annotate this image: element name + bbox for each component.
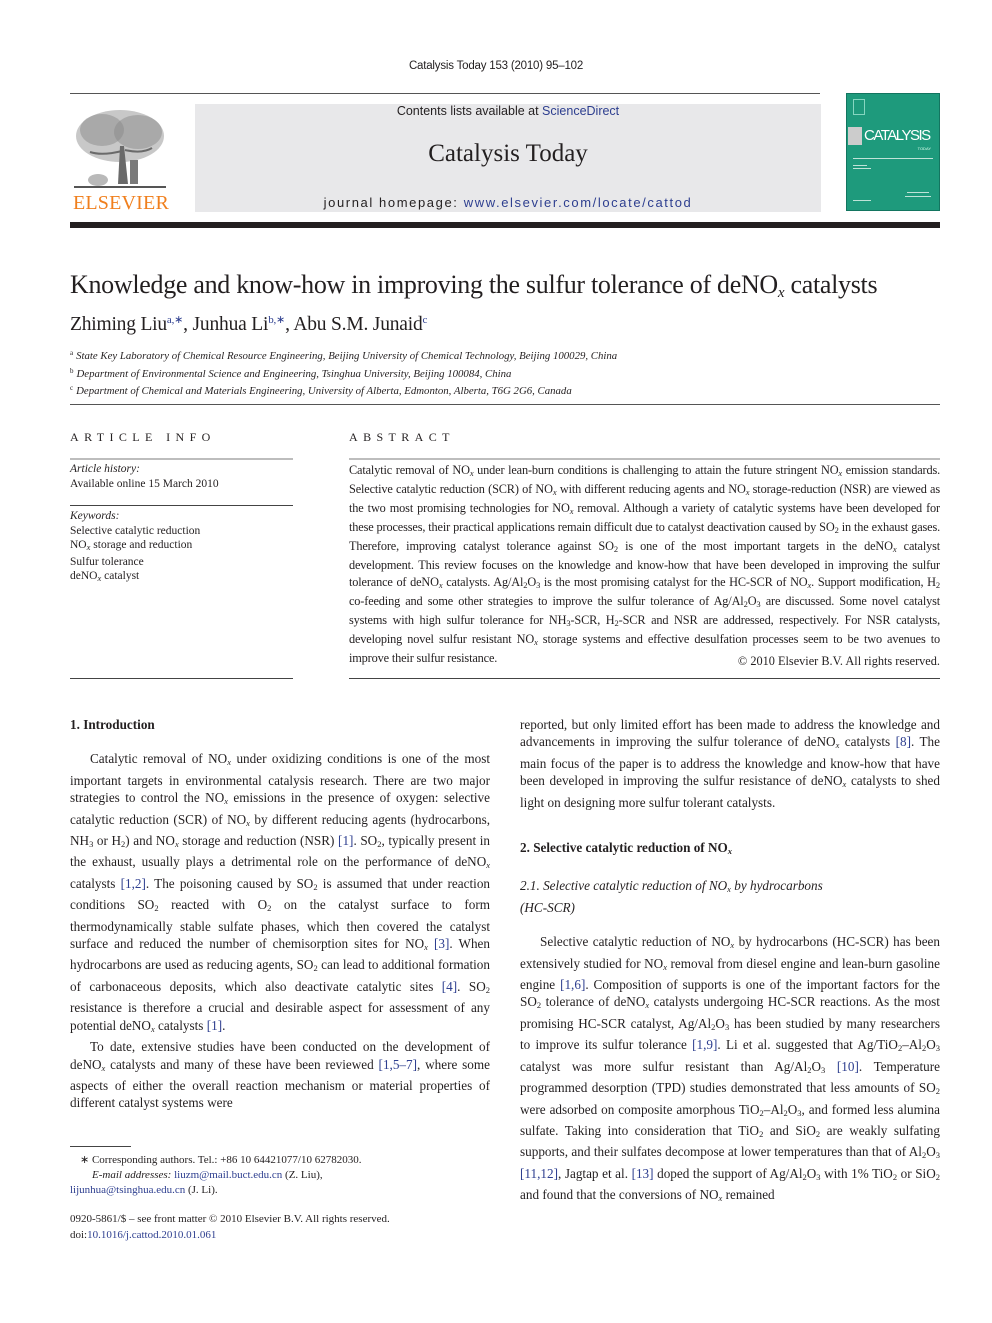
cover-text-line <box>853 168 871 169</box>
keywords: Keywords: Selective catalytic reduction … <box>70 509 200 586</box>
body-column-left: 1. Introduction Catalytic removal of NOx… <box>70 716 490 1112</box>
contents-prefix: Contents lists available at <box>396 104 543 118</box>
homepage-line: journal homepage: www.elsevier.com/locat… <box>195 195 821 210</box>
cover-text-line <box>853 165 867 166</box>
footnote-corresponding: ∗ Corresponding authors. Tel.: +86 10 64… <box>70 1153 500 1198</box>
author-name: Zhiming Liu <box>70 314 167 335</box>
doi-line: doi:10.1016/j.cattod.2010.01.061 <box>70 1229 217 1241</box>
article-info-heading: ARTICLE INFO <box>70 430 216 444</box>
citation-link[interactable]: [10] <box>837 1059 859 1074</box>
abstract-rule <box>349 458 940 460</box>
elsevier-logo[interactable]: ELSEVIER <box>70 104 172 214</box>
section-rule <box>70 404 940 405</box>
keywords-label: Keywords: <box>70 510 120 522</box>
author-name: Abu S.M. Junaid <box>293 314 423 335</box>
body-paragraph: reported, but only limited effort has be… <box>520 717 941 810</box>
section-heading-scr: 2. Selective catalytic reduction of NOx <box>520 840 733 857</box>
email-link[interactable]: liuzm@mail.buct.edu.cn <box>174 1169 282 1181</box>
cover-emblem-icon <box>853 99 865 115</box>
corresponding-authors-note: ∗ Corresponding authors. Tel.: +86 10 64… <box>80 1154 362 1166</box>
cover-subtitle: TODAY <box>917 146 931 151</box>
elsevier-wordmark: ELSEVIER <box>72 192 170 214</box>
journal-title: Catalysis Today <box>428 140 588 167</box>
running-head: Catalysis Today 153 (2010) 95–102 <box>408 60 584 72</box>
doi-link[interactable]: 10.1016/j.cattod.2010.01.061 <box>87 1229 216 1241</box>
author-affiliation-marker[interactable]: a,∗ <box>167 314 183 326</box>
citation-link[interactable]: [8] <box>896 734 911 749</box>
section-heading-introduction: 1. Introduction <box>70 717 155 732</box>
history-value: Available online 15 March 2010 <box>70 477 219 490</box>
front-matter: 0920-5861/$ – see front matter © 2010 El… <box>70 1211 390 1243</box>
email-line: lijunhua@tsinghua.edu.cn (J. Li). <box>70 1184 218 1196</box>
author-affiliation-marker[interactable]: b,∗ <box>268 314 285 326</box>
subsection-heading-hc-scr: 2.1. Selective catalytic reduction of NO… <box>520 878 823 915</box>
citation-link[interactable]: [4] <box>442 979 457 994</box>
keyword-item: NOx storage and reduction <box>70 539 193 552</box>
citation-link[interactable]: [3] <box>434 936 449 951</box>
history-label: Article history: <box>70 463 140 475</box>
homepage-prefix: journal homepage: <box>323 195 464 210</box>
abstract-copyright: © 2010 Elsevier B.V. All rights reserved… <box>737 654 940 668</box>
author-affiliation-marker[interactable]: c <box>423 314 428 326</box>
citation-link[interactable]: [1,9] <box>692 1037 717 1052</box>
citation-link[interactable]: [1,2] <box>121 876 146 891</box>
issn-line: 0920-5861/$ – see front matter © 2010 El… <box>70 1213 390 1225</box>
homepage-link[interactable]: www.elsevier.com/locate/cattod <box>464 195 693 210</box>
article-title: Knowledge and know-how in improving the … <box>70 270 878 301</box>
author-name: Junhua Li <box>192 314 269 335</box>
footnote-rule <box>70 1146 131 1147</box>
citation-link[interactable]: [11,12] <box>520 1166 558 1181</box>
article-info-rule <box>70 505 293 506</box>
cover-text-line <box>853 158 933 159</box>
article-info-rule <box>70 678 293 679</box>
sciencedirect-link[interactable]: ScienceDirect <box>542 104 619 118</box>
citation-link[interactable]: [1] <box>207 1018 222 1033</box>
article-info-rule <box>70 458 293 460</box>
affiliations: a State Key Laboratory of Chemical Resour… <box>70 346 617 399</box>
citation-link[interactable]: [1,6] <box>560 977 585 992</box>
cover-title: CATALYSIS <box>864 127 931 144</box>
keyword-item: Selective catalytic reduction <box>70 524 201 537</box>
contents-line: Contents lists available at ScienceDirec… <box>195 104 821 118</box>
journal-cover-thumbnail[interactable]: CATALYSIS TODAY <box>846 93 940 211</box>
cover-text-line <box>907 192 929 193</box>
affiliation-item: c Department of Chemical and Materials En… <box>70 384 572 397</box>
elsevier-tree-icon <box>72 106 168 190</box>
body-paragraph: Selective catalytic reduction of NOx by … <box>520 934 941 1204</box>
article-history: Article history: Available online 15 Mar… <box>70 462 219 491</box>
abstract-text: Catalytic removal of NOx under lean-burn… <box>349 463 941 665</box>
journal-banner: Contents lists available at ScienceDirec… <box>195 104 821 212</box>
affiliation-item: a State Key Laboratory of Chemical Resour… <box>70 349 618 362</box>
citation-link[interactable]: [13] <box>632 1166 654 1181</box>
email-line: E-mail addresses: liuzm@mail.buct.edu.cn… <box>92 1169 323 1181</box>
cover-text-line <box>905 196 931 197</box>
email-link[interactable]: lijunhua@tsinghua.edu.cn <box>70 1184 185 1196</box>
keyword-item: Sulfur tolerance <box>70 555 144 568</box>
abstract-heading: ABSTRACT <box>349 430 455 444</box>
citation-link[interactable]: [1] <box>338 833 353 848</box>
body-paragraph: Catalytic removal of NOx under oxidizing… <box>70 751 491 1034</box>
affiliation-item: b Department of Environmental Science and… <box>70 366 512 380</box>
body-column-right: reported, but only limited effort has be… <box>520 716 940 1208</box>
masthead-rule <box>70 222 940 228</box>
header-rule <box>70 93 820 94</box>
abstract-rule <box>349 678 940 679</box>
author-list: Zhiming Liua,∗, Junhua Lib,∗, Abu S.M. J… <box>70 314 428 335</box>
body-paragraph: To date, extensive studies have been con… <box>70 1039 490 1111</box>
citation-link[interactable]: [1,5–7] <box>379 1057 417 1072</box>
keyword-item: deNOx catalyst <box>70 570 140 583</box>
cover-text-line <box>853 200 871 201</box>
